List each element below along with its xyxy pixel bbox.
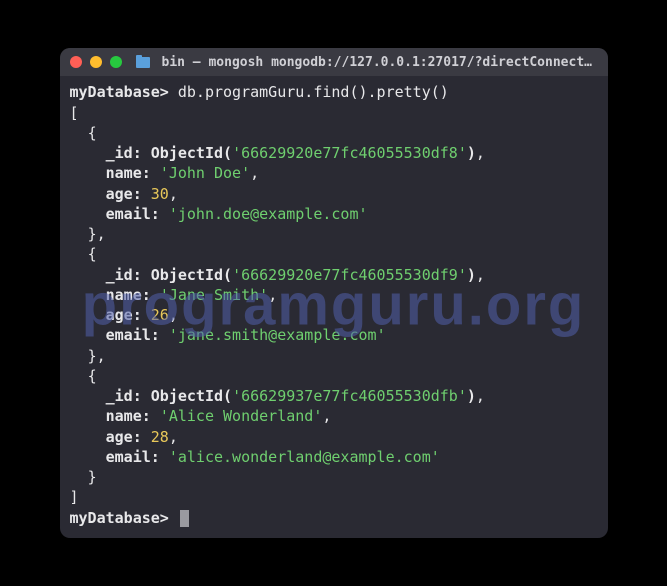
field-key: email: [106, 205, 160, 223]
field-key: name: [106, 286, 151, 304]
brace: { [88, 124, 97, 142]
field-key: name: [106, 407, 151, 425]
age-value: 28 [151, 428, 169, 446]
age-value: 26 [151, 306, 169, 324]
objectid-label: ObjectId( [151, 387, 232, 405]
close-icon[interactable] [70, 56, 82, 68]
field-key: age: [106, 428, 142, 446]
brace: }, [88, 225, 106, 243]
minimize-icon[interactable] [90, 56, 102, 68]
terminal-body[interactable]: myDatabase> db.programGuru.find().pretty… [60, 76, 608, 538]
id-value: '66629920e77fc46055530df8' [232, 144, 467, 162]
brace: } [88, 468, 97, 486]
id-value: '66629937e77fc46055530dfb' [232, 387, 467, 405]
name-value: 'Alice Wonderland' [160, 407, 323, 425]
field-key: name: [106, 164, 151, 182]
brace: { [88, 367, 97, 385]
field-key: _id: [106, 144, 142, 162]
prompt: myDatabase> [70, 83, 169, 101]
brace: }, [88, 347, 106, 365]
terminal-window: bin — mongosh mongodb://127.0.0.1:27017/… [60, 48, 608, 538]
email-value: 'jane.smith@example.com' [169, 326, 386, 344]
email-value: 'alice.wonderland@example.com' [169, 448, 440, 466]
objectid-label: ObjectId( [151, 144, 232, 162]
traffic-lights [70, 56, 122, 68]
prompt: myDatabase> [70, 509, 169, 527]
field-key: email: [106, 326, 160, 344]
objectid-label: ObjectId( [151, 266, 232, 284]
field-key: email: [106, 448, 160, 466]
name-value: 'John Doe' [160, 164, 250, 182]
field-key: _id: [106, 266, 142, 284]
output-close-bracket: ] [70, 488, 79, 506]
id-value: '66629920e77fc46055530df9' [232, 266, 467, 284]
field-key: _id: [106, 387, 142, 405]
titlebar[interactable]: bin — mongosh mongodb://127.0.0.1:27017/… [60, 48, 608, 76]
cursor [180, 510, 189, 527]
field-key: age: [106, 185, 142, 203]
folder-icon [136, 57, 150, 68]
age-value: 30 [151, 185, 169, 203]
brace: { [88, 245, 97, 263]
field-key: age: [106, 306, 142, 324]
output-open-bracket: [ [70, 104, 79, 122]
maximize-icon[interactable] [110, 56, 122, 68]
name-value: 'Jane Smith' [160, 286, 268, 304]
window-title: bin — mongosh mongodb://127.0.0.1:27017/… [162, 55, 598, 70]
command-text: db.programGuru.find().pretty() [178, 83, 449, 101]
email-value: 'john.doe@example.com' [169, 205, 368, 223]
